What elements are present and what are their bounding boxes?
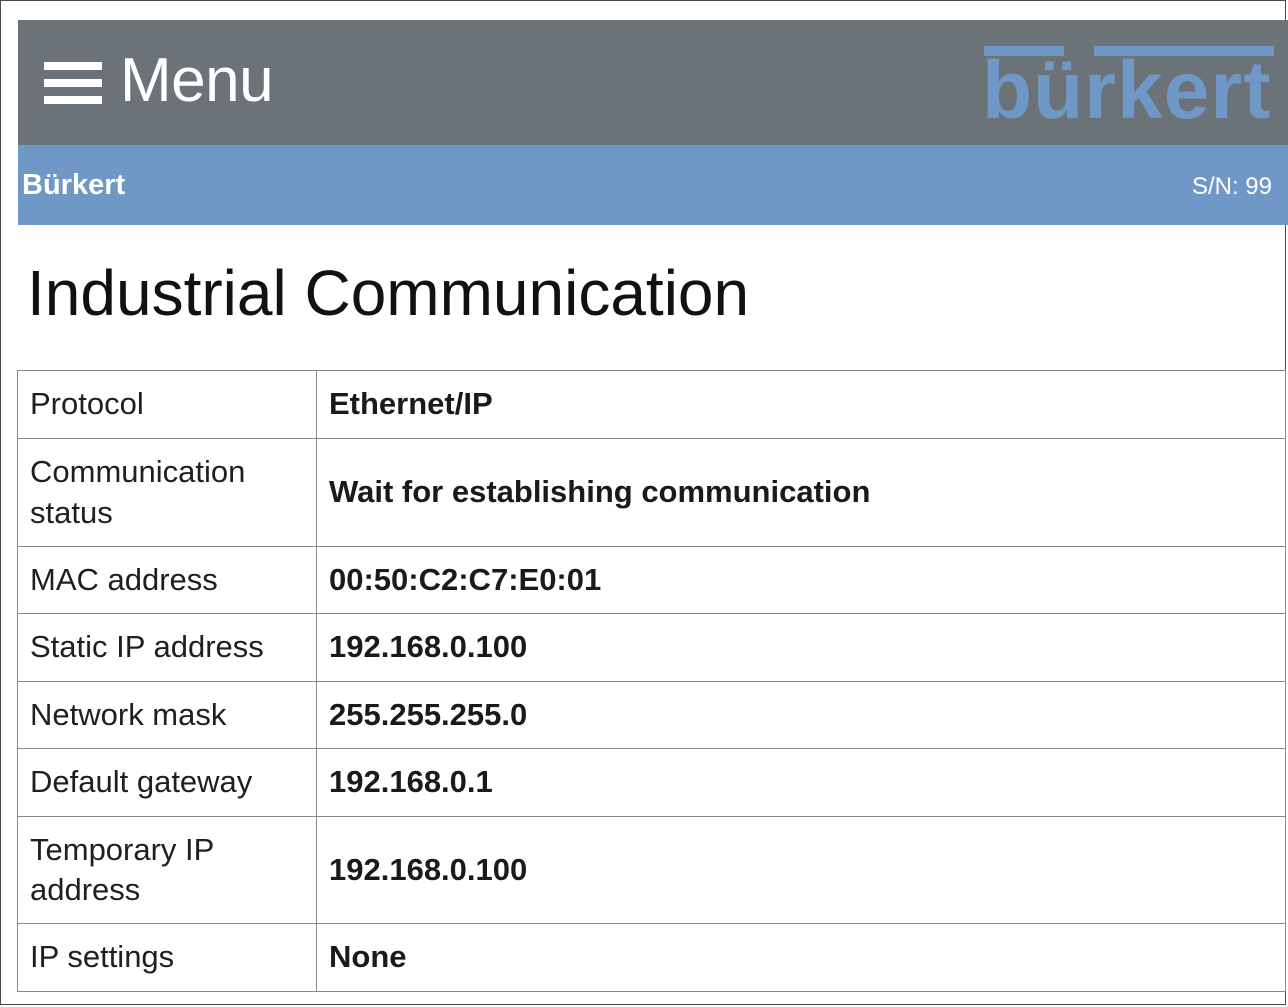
menu-label[interactable]: Menu bbox=[120, 50, 274, 112]
burkert-logo: bürkert bbox=[982, 46, 1276, 132]
page-title: Industrial Communication bbox=[27, 257, 750, 329]
device-brand: Bürkert bbox=[22, 169, 126, 201]
row-label: IP settings bbox=[17, 923, 317, 992]
serial-number: S/N: 99 bbox=[1191, 173, 1272, 200]
row-label: Communication status bbox=[17, 438, 317, 547]
row-label: Temporary IP address bbox=[17, 816, 317, 924]
row-label: Static IP address bbox=[17, 613, 317, 682]
table-row: Network mask 255.255.255.0 bbox=[17, 681, 1286, 749]
table-row: Default gateway 192.168.0.1 bbox=[17, 748, 1286, 817]
communication-table: Protocol Ethernet/IP Communication statu… bbox=[17, 370, 1286, 992]
table-row: Temporary IP address 192.168.0.100 bbox=[17, 816, 1286, 924]
row-label: Network mask bbox=[17, 681, 317, 749]
logo-text: bürkert bbox=[982, 45, 1272, 136]
row-value: None bbox=[316, 923, 1286, 992]
row-label: MAC address bbox=[17, 546, 317, 614]
table-row: Static IP address 192.168.0.100 bbox=[17, 613, 1286, 682]
row-value: 255.255.255.0 bbox=[316, 681, 1286, 749]
device-info-bar: Bürkert S/N: 99 bbox=[18, 145, 1288, 225]
row-value: 192.168.0.100 bbox=[316, 613, 1286, 682]
row-label: Default gateway bbox=[17, 748, 317, 817]
table-row: Communication status Wait for establishi… bbox=[17, 438, 1286, 547]
hamburger-icon[interactable] bbox=[44, 56, 102, 106]
row-value: 00:50:C2:C7:E0:01 bbox=[316, 546, 1286, 614]
row-value: 192.168.0.100 bbox=[316, 816, 1286, 924]
table-row: IP settings None bbox=[17, 923, 1286, 992]
row-value: Wait for establishing communication bbox=[316, 438, 1286, 547]
row-value: Ethernet/IP bbox=[316, 370, 1286, 439]
menu-button[interactable]: Menu bbox=[44, 46, 274, 116]
row-value: 192.168.0.1 bbox=[316, 748, 1286, 817]
table-row: MAC address 00:50:C2:C7:E0:01 bbox=[17, 546, 1286, 614]
top-header: Menu bürkert bbox=[18, 20, 1288, 145]
row-label: Protocol bbox=[17, 370, 317, 439]
table-row: Protocol Ethernet/IP bbox=[17, 370, 1286, 439]
